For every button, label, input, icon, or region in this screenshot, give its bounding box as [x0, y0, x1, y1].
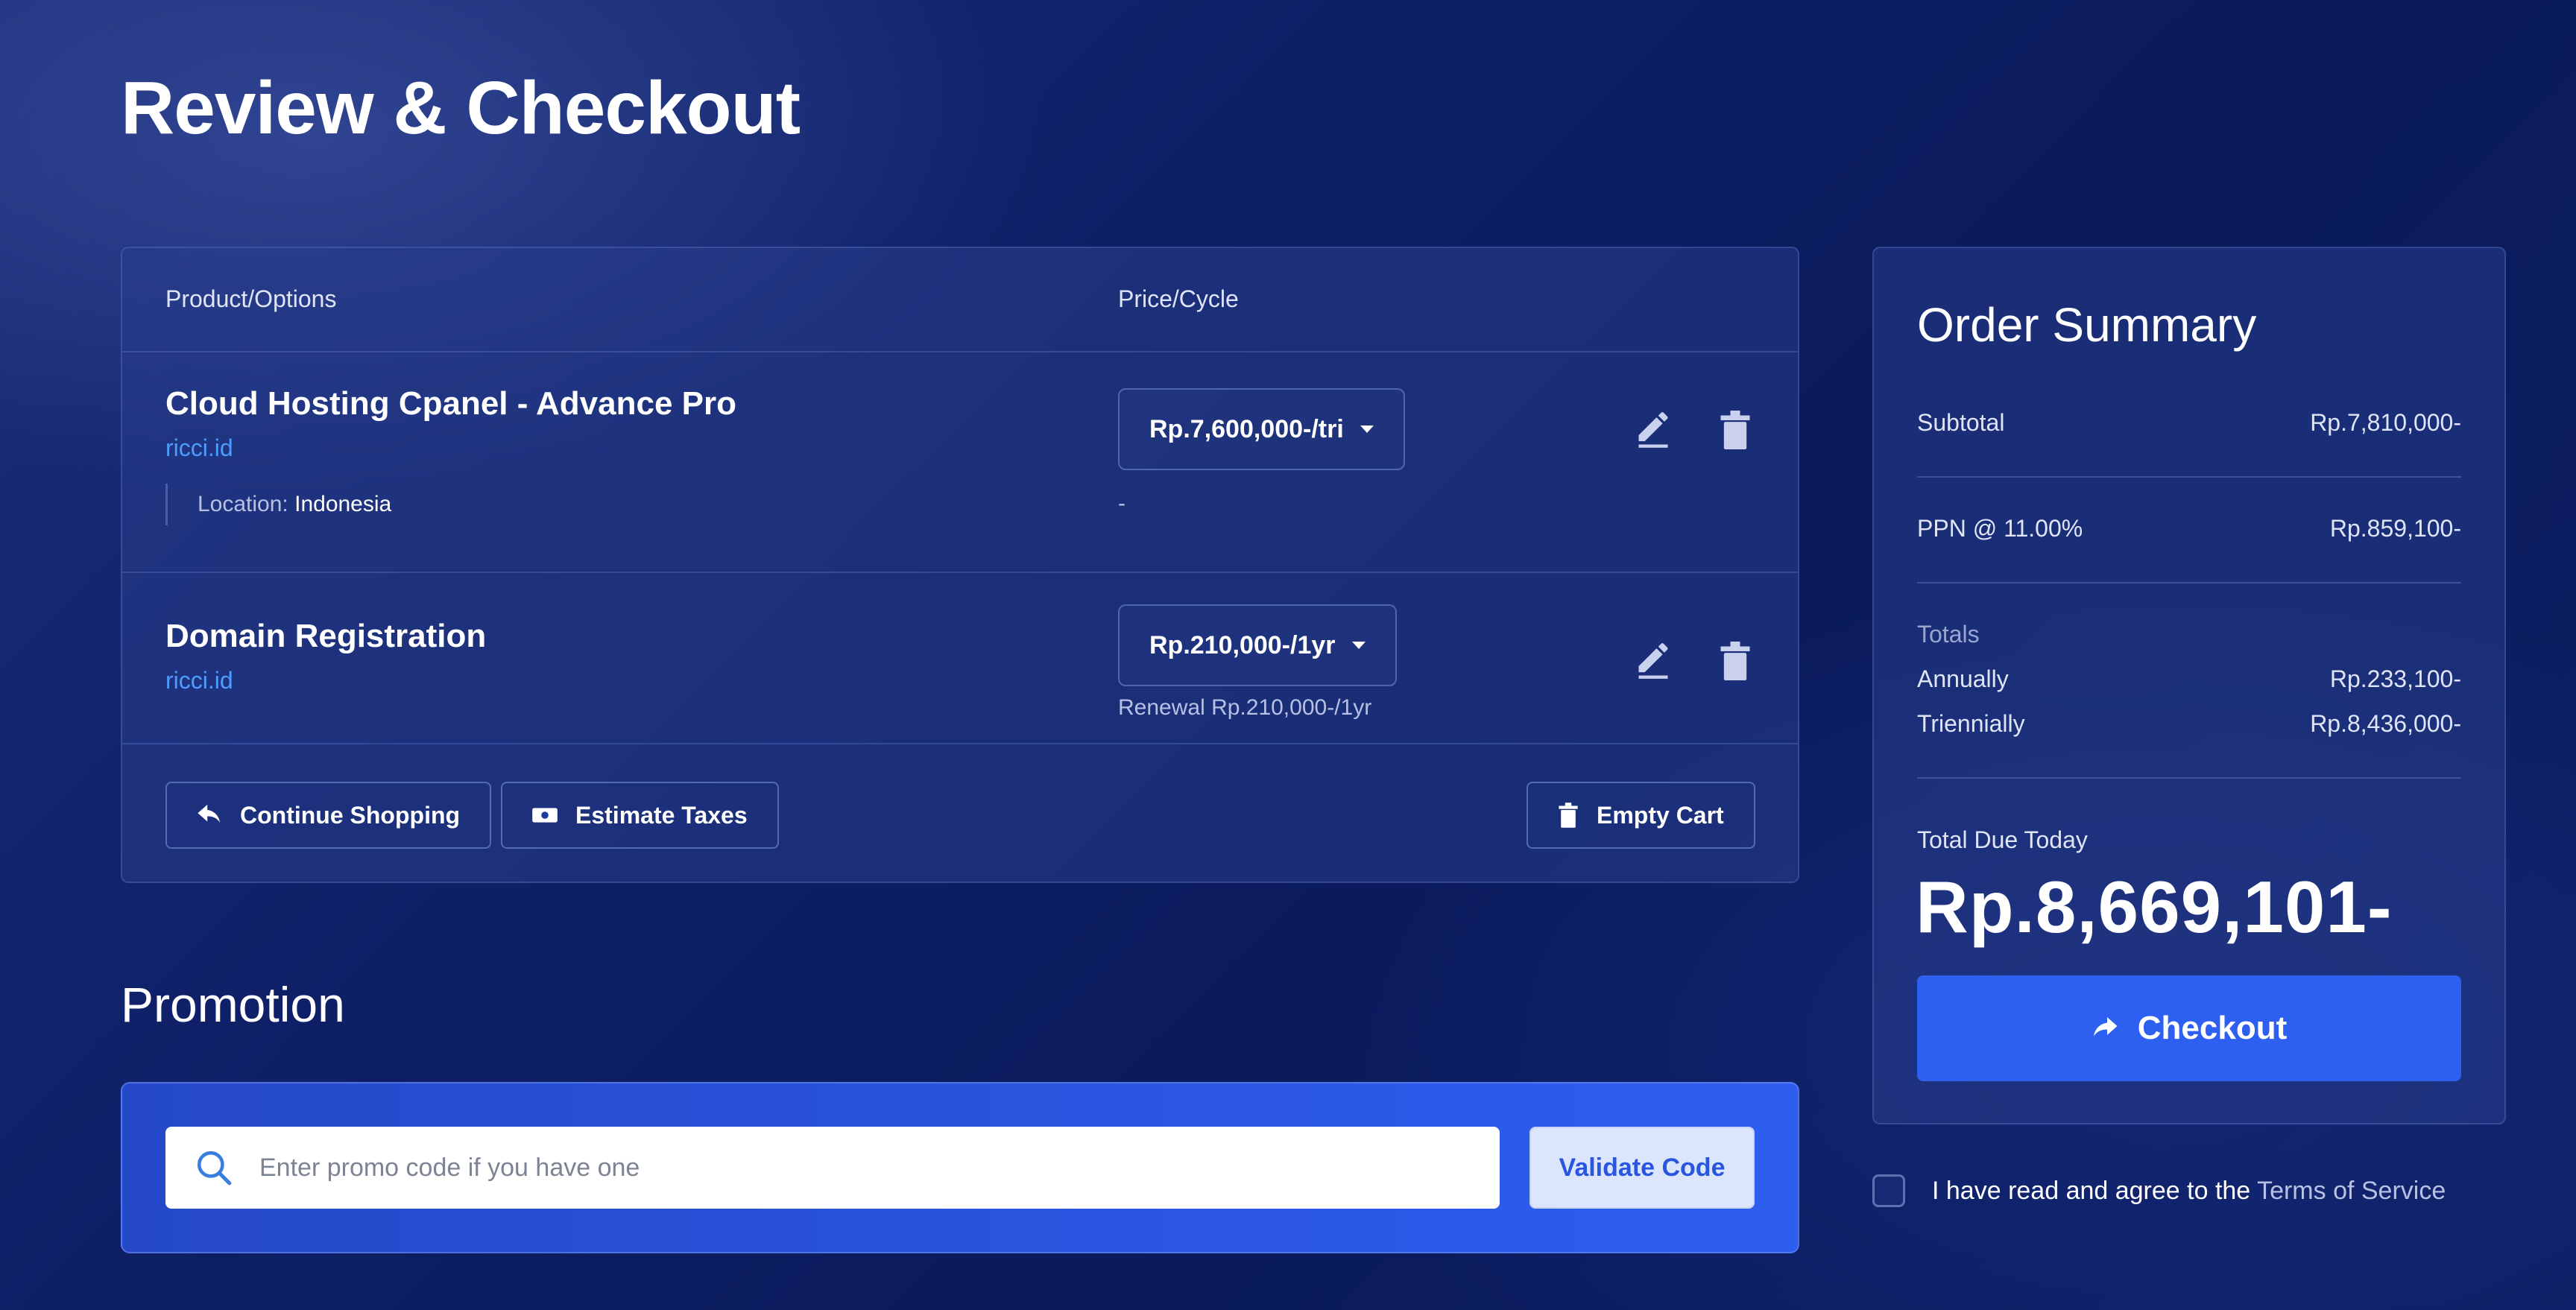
pencil-icon [1638, 412, 1668, 448]
chevron-down-icon [1360, 425, 1374, 433]
subtotal-label: Subtotal [1917, 409, 2005, 436]
money-icon [532, 808, 558, 823]
terms-text: I have read and agree to the Terms of Se… [1932, 1177, 2446, 1206]
triennially-value: Rp.8,436,000- [2310, 710, 2461, 737]
terms-agreement: I have read and agree to the Terms of Se… [1872, 1170, 2446, 1212]
annually-row: Annually Rp.233,100- [1917, 665, 2461, 693]
cart-item: Domain Registration ricci.id Rp.210,000-… [122, 573, 1798, 744]
checkout-button[interactable]: Checkout [1917, 975, 2461, 1081]
trash-icon [1559, 803, 1578, 828]
chevron-down-icon [1351, 642, 1366, 649]
cart-panel: Product/Options Price/Cycle Cloud Hostin… [121, 247, 1799, 883]
continue-shopping-button[interactable]: Continue Shopping [165, 782, 492, 849]
cart-actions: Continue Shopping Estimate Taxes Empty C… [122, 744, 1798, 883]
pencil-icon [1638, 643, 1668, 679]
triennially-label: Triennially [1917, 710, 2025, 737]
estimate-taxes-label: Estimate Taxes [575, 801, 748, 829]
total-due-label: Total Due Today [1917, 826, 2088, 853]
annually-value: Rp.233,100- [2329, 665, 2461, 692]
promo-code-field[interactable] [165, 1127, 1500, 1209]
annually-label: Annually [1917, 665, 2009, 692]
product-column-header: Product/Options [165, 285, 337, 312]
totals-label: Totals [1917, 621, 1980, 648]
edit-item-button[interactable] [1632, 640, 1674, 682]
billing-cycle-select[interactable]: Rp.210,000-/1yr [1118, 604, 1397, 686]
divider [1917, 582, 2461, 583]
edit-item-button[interactable] [1632, 409, 1674, 451]
tax-label: PPN @ 11.00% [1917, 515, 2083, 542]
total-due-amount: Rp.8,669,101- [1916, 866, 2393, 948]
terms-checkbox[interactable] [1872, 1174, 1905, 1207]
divider [1917, 476, 2461, 478]
trash-icon [1720, 642, 1750, 680]
trash-icon [1720, 411, 1750, 449]
empty-cart-label: Empty Cart [1597, 801, 1724, 829]
product-domain-link[interactable]: ricci.id [165, 434, 233, 462]
reply-arrow-icon [198, 804, 221, 823]
tax-row: PPN @ 11.00% Rp.859,100- [1917, 515, 2461, 542]
product-domain-link[interactable]: ricci.id [165, 667, 233, 694]
remove-item-button[interactable] [1714, 640, 1756, 682]
product-name: Domain Registration [165, 618, 487, 654]
cart-header: Product/Options Price/Cycle [122, 248, 1798, 352]
order-summary-title: Order Summary [1917, 298, 2257, 352]
promotion-title: Promotion [121, 977, 345, 1032]
share-arrow-icon [2093, 1017, 2118, 1037]
option-value: Indonesia [294, 492, 392, 516]
product-option: Location: Indonesia [165, 484, 391, 525]
order-summary-panel: Order Summary Subtotal Rp.7,810,000- PPN… [1872, 247, 2506, 1124]
estimate-taxes-button[interactable]: Estimate Taxes [501, 782, 779, 849]
empty-cart-button[interactable]: Empty Cart [1527, 782, 1755, 849]
promo-code-input[interactable] [259, 1153, 1452, 1183]
option-label: Location: [198, 492, 288, 516]
cycle-note: - [1118, 491, 1126, 516]
billing-cycle-select[interactable]: Rp.7,600,000-/tri [1118, 388, 1405, 470]
subtotal-value: Rp.7,810,000- [2310, 409, 2461, 436]
promotion-box: Validate Code [121, 1082, 1799, 1253]
remove-item-button[interactable] [1714, 409, 1756, 451]
checkout-label: Checkout [2137, 1010, 2288, 1046]
price-column-header: Price/Cycle [1118, 285, 1239, 312]
terms-label: I have read and agree to the [1932, 1176, 2251, 1205]
subtotal-row: Subtotal Rp.7,810,000- [1917, 409, 2461, 437]
search-icon [197, 1151, 232, 1186]
validate-code-button[interactable]: Validate Code [1530, 1127, 1755, 1209]
divider [1917, 777, 2461, 779]
triennially-row: Triennially Rp.8,436,000- [1917, 710, 2461, 738]
terms-of-service-link[interactable]: Terms of Service [2257, 1177, 2446, 1205]
tax-value: Rp.859,100- [2329, 515, 2461, 542]
cart-item: Cloud Hosting Cpanel - Advance Pro ricci… [122, 352, 1798, 573]
billing-cycle-value: Rp.7,600,000-/tri [1149, 414, 1344, 443]
renewal-note: Renewal Rp.210,000-/1yr [1118, 695, 1372, 720]
continue-shopping-label: Continue Shopping [240, 801, 461, 829]
billing-cycle-value: Rp.210,000-/1yr [1149, 630, 1336, 659]
product-name: Cloud Hosting Cpanel - Advance Pro [165, 385, 736, 422]
page-title: Review & Checkout [121, 66, 801, 150]
